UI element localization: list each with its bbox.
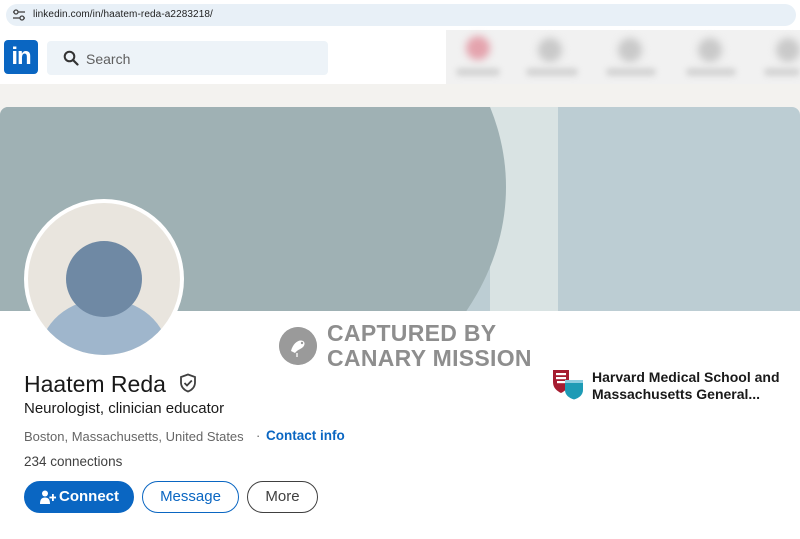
avatar-head [66,241,142,317]
message-button[interactable]: Message [142,481,239,513]
harvard-mgh-logo-icon[interactable] [552,368,584,400]
canary-bird-icon [279,327,317,365]
add-person-icon [40,490,56,504]
avatar-placeholder [28,203,180,355]
url-text[interactable]: linkedin.com/in/haatem-reda-a2283218/ [33,9,213,20]
location-separator: · [256,428,261,443]
search-placeholder: Search [86,51,131,67]
connect-label: Connect [59,488,119,505]
watermark-line-2: CANARY MISSION [327,345,532,371]
search-icon [63,50,79,66]
profile-headline: Neurologist, clinician educator [24,400,225,417]
more-button[interactable]: More [247,481,318,513]
search-input[interactable]: Search [47,41,328,75]
contact-info-link[interactable]: Contact info [266,428,345,443]
top-navigation: in Search [0,30,800,84]
site-settings-icon[interactable] [12,8,26,22]
blurred-nav-items [446,30,800,84]
profile-name: Haatem Reda [24,371,166,397]
connections-count[interactable]: 234 connections [24,454,122,469]
browser-address-bar: linkedin.com/in/haatem-reda-a2283218/ [0,0,800,30]
connect-button[interactable]: Connect [24,481,134,513]
profile-location: Boston, Massachusetts, United States [24,429,244,444]
watermark-text: CAPTURED BY CANARY MISSION [327,321,532,371]
watermark-line-1: CAPTURED BY [327,320,497,346]
verified-shield-icon[interactable] [178,373,198,393]
avatar[interactable] [24,199,184,359]
linkedin-logo[interactable]: in [4,40,38,74]
organization-name[interactable]: Harvard Medical School and Massachusetts… [592,369,792,403]
